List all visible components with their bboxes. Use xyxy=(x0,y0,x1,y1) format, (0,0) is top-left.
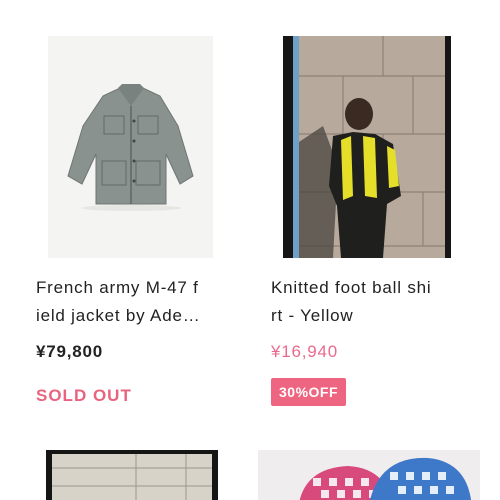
product-image-football-shirt[interactable] xyxy=(283,36,451,258)
product-photo-image xyxy=(46,450,218,500)
product-title[interactable]: Knitted foot ball shi rt - Yellow xyxy=(271,274,471,330)
product-title-line: Knitted foot ball shi xyxy=(271,278,432,297)
product-title-line: French army M-47 f xyxy=(36,278,199,297)
product-title[interactable]: French army M-47 f ield jacket by Ade… xyxy=(36,274,236,330)
product-grid: French army M-47 f ield jacket by Ade… ¥… xyxy=(0,0,500,500)
knit-hat-image xyxy=(258,450,480,500)
product-image[interactable] xyxy=(258,450,480,500)
product-price: ¥79,800 xyxy=(36,342,104,361)
product-title-line: ield jacket by Ade… xyxy=(36,306,201,325)
product-sale-price: ¥16,940 xyxy=(271,342,339,361)
product-image[interactable] xyxy=(46,450,218,500)
jacket-image xyxy=(48,36,213,258)
product-title-line: rt - Yellow xyxy=(271,306,354,325)
sold-out-label: SOLD OUT xyxy=(36,386,132,405)
product-image-jacket[interactable] xyxy=(48,36,213,258)
model-photo-image xyxy=(283,36,451,258)
discount-badge: 30%OFF xyxy=(271,378,347,406)
